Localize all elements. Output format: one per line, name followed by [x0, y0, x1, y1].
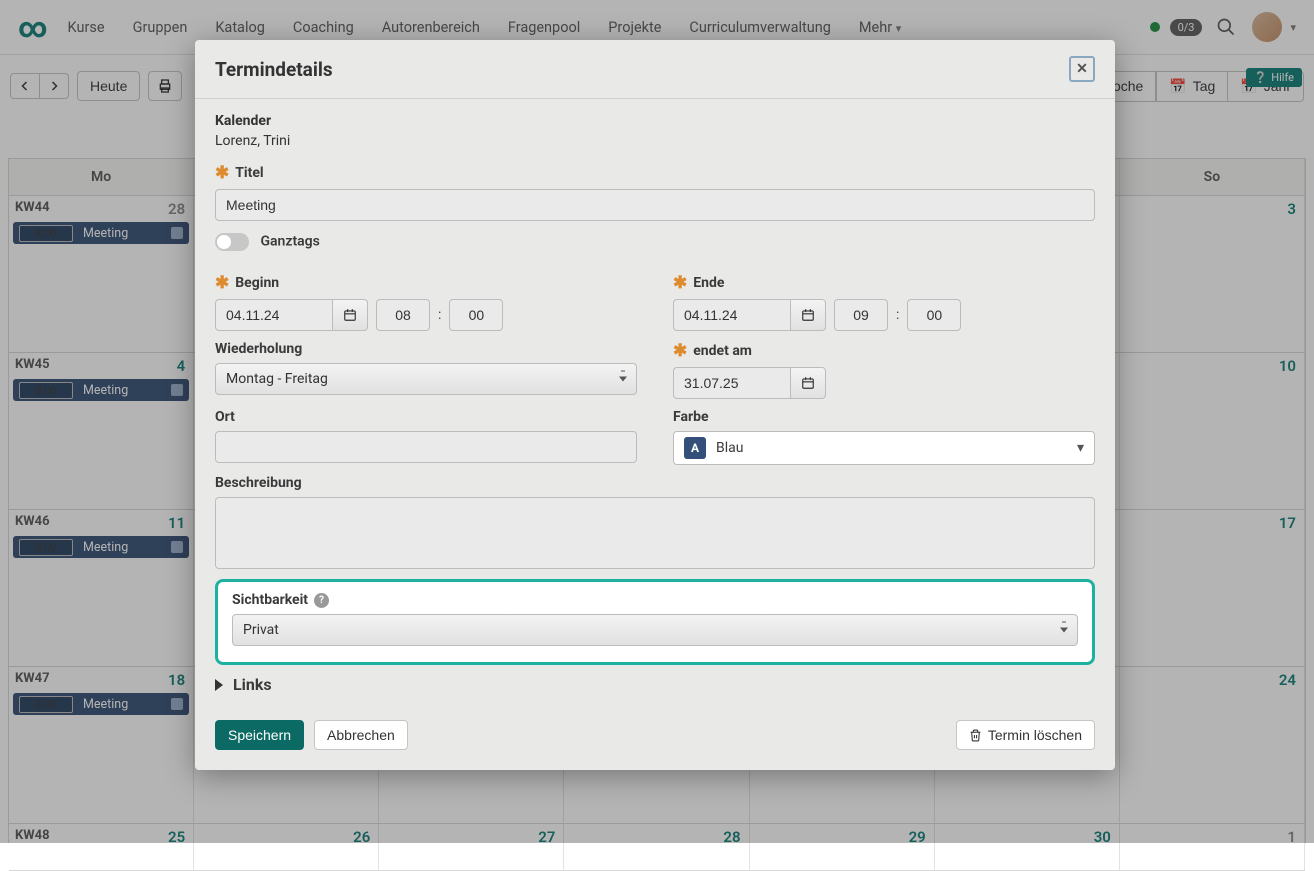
sichtbarkeit-section: Sichtbarkeit ? Privat	[215, 579, 1095, 665]
ende-date-input[interactable]	[673, 299, 790, 331]
farbe-select[interactable]: A Blau ▾	[673, 431, 1095, 465]
save-button[interactable]: Speichern	[215, 720, 304, 750]
trash-icon	[969, 729, 982, 742]
termindetails-dialog: Termindetails ✕ Kalender Lorenz, Trini ✱…	[195, 40, 1115, 770]
cancel-button[interactable]: Abbrechen	[314, 720, 408, 750]
ort-label: Ort	[215, 409, 637, 425]
beginn-label: ✱Beginn	[215, 273, 637, 293]
ende-minute-input[interactable]	[907, 299, 961, 331]
farbe-label: Farbe	[673, 409, 1095, 425]
time-sep: :	[438, 307, 441, 323]
dialog-header: Termindetails ✕	[195, 40, 1115, 99]
endet-am-label: ✱endet am	[673, 341, 1095, 361]
kalender-value: Lorenz, Trini	[215, 133, 1095, 149]
beginn-hour-input[interactable]	[376, 299, 430, 331]
time-sep: :	[896, 307, 899, 323]
endet-date-picker-button[interactable]	[790, 367, 826, 399]
links-label: Links	[233, 675, 272, 694]
beginn-date-picker-button[interactable]	[332, 299, 368, 331]
ende-label: ✱Ende	[673, 273, 1095, 293]
delete-button[interactable]: Termin löschen	[956, 720, 1095, 750]
triangle-right-icon	[215, 679, 223, 691]
ende-date-picker-button[interactable]	[790, 299, 826, 331]
help-icon[interactable]: ?	[314, 593, 329, 608]
wiederholung-select[interactable]: Montag - Freitag	[215, 363, 637, 395]
close-button[interactable]: ✕	[1069, 56, 1095, 82]
sichtbarkeit-select[interactable]: Privat	[232, 614, 1078, 646]
beginn-minute-input[interactable]	[449, 299, 503, 331]
kalender-label: Kalender	[215, 113, 1095, 129]
beginn-date-input[interactable]	[215, 299, 332, 331]
chevron-down-icon: ▾	[1077, 440, 1084, 456]
farbe-value: Blau	[716, 440, 743, 456]
dialog-title: Termindetails	[215, 58, 333, 81]
ende-hour-input[interactable]	[834, 299, 888, 331]
color-swatch-icon: A	[684, 437, 706, 459]
ort-input[interactable]	[215, 431, 637, 463]
wiederholung-label: Wiederholung	[215, 341, 637, 357]
ganztags-toggle[interactable]	[215, 233, 249, 251]
endet-date-input[interactable]	[673, 367, 790, 399]
titel-input[interactable]	[215, 189, 1095, 221]
ganztags-label: Ganztags	[260, 234, 319, 250]
titel-label: ✱Titel	[215, 163, 1095, 183]
beschreibung-textarea[interactable]	[215, 497, 1095, 569]
links-accordion[interactable]: Links	[215, 675, 1095, 694]
sichtbarkeit-label: Sichtbarkeit ?	[232, 592, 1078, 608]
dialog-footer: Speichern Abbrechen Termin löschen	[195, 708, 1115, 770]
beginn-date-group	[215, 299, 368, 331]
beschreibung-label: Beschreibung	[215, 475, 1095, 491]
